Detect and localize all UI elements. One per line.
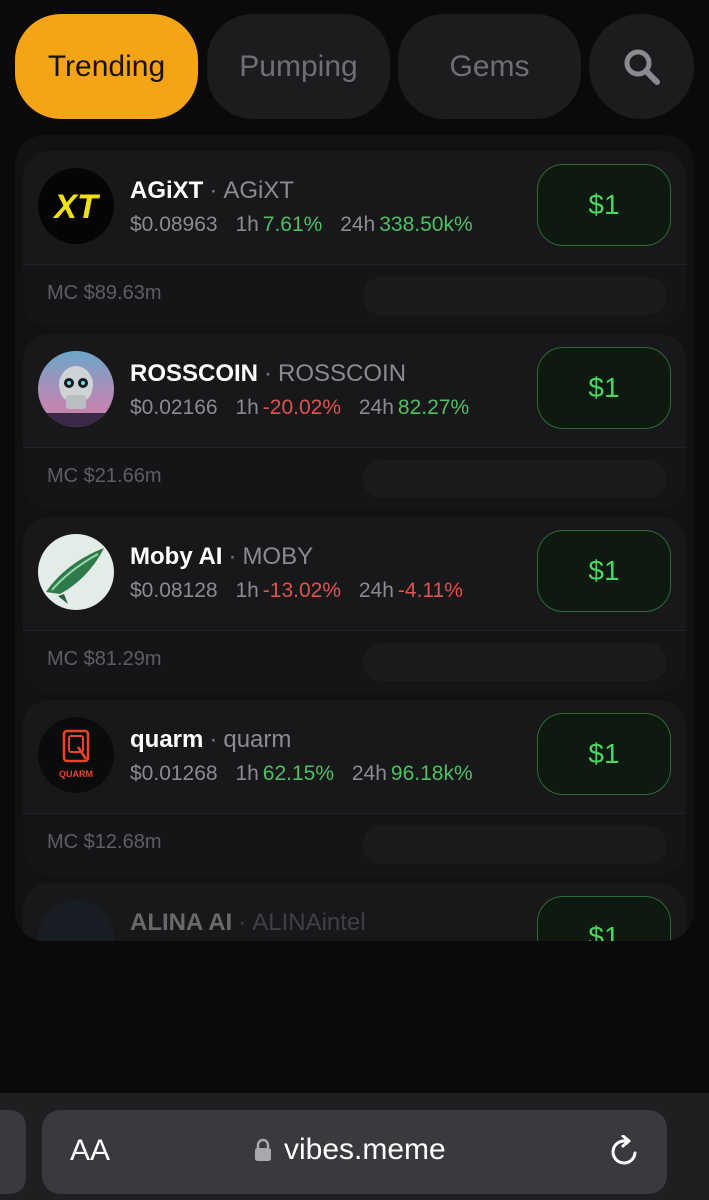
tab-trending[interactable]: Trending xyxy=(15,14,198,119)
buy-button[interactable]: $1 xyxy=(537,164,671,246)
token-name-row: ROSSCOIN · ROSSCOIN xyxy=(130,360,406,388)
text-size-button[interactable]: AA xyxy=(70,1134,110,1168)
buy-button[interactable]: $1 xyxy=(537,530,671,612)
token-ticker: ROSSCOIN xyxy=(278,360,407,387)
token-name: AGiXT xyxy=(130,177,204,204)
market-cap-bar xyxy=(363,643,666,681)
market-cap-bar xyxy=(363,277,666,315)
token-card[interactable]: Moby AI · MOBY $0.08128 1h -13.02% 24h -4.11… xyxy=(23,517,686,692)
token-card-footer: MC $89.63m xyxy=(23,265,686,326)
search-icon xyxy=(624,49,660,85)
token-ticker: AGiXT xyxy=(223,177,295,204)
token-name-row: Moby AI · MOBY xyxy=(130,543,313,571)
change-24h: -4.11% xyxy=(397,579,463,602)
token-avatar xyxy=(38,534,114,610)
market-cap: MC $12.68m xyxy=(47,831,162,853)
token-price: $0.08963 xyxy=(130,213,218,236)
tab-pumping[interactable]: Pumping xyxy=(207,14,390,119)
separator-dot: · xyxy=(209,726,218,753)
change-24h-label: 24h xyxy=(351,762,387,785)
market-cap-bar xyxy=(363,460,666,498)
reload-icon[interactable] xyxy=(608,1135,642,1169)
token-card[interactable]: ALINA AI · ALINAintel $1 xyxy=(23,883,686,941)
change-1h: -13.02% xyxy=(262,579,342,602)
market-cap-bar xyxy=(363,826,666,864)
token-name: ROSSCOIN xyxy=(130,360,259,387)
token-name-row: AGiXT · AGiXT xyxy=(130,177,294,205)
token-ticker: MOBY xyxy=(242,543,314,570)
token-avatar xyxy=(38,351,114,427)
token-logo-text: XT xyxy=(52,188,101,226)
change-1h-label: 1h xyxy=(235,213,259,236)
change-24h: 338.50k% xyxy=(379,213,473,236)
change-24h: 82.27% xyxy=(397,396,470,419)
token-avatar: QUARM xyxy=(38,717,114,793)
change-1h: 7.61% xyxy=(262,213,323,236)
tab-bar: Trending Pumping Gems xyxy=(15,14,694,119)
token-list[interactable]: XT AGiXT · AGiXT $0.08963 1h 7.61% 24h 338.5… xyxy=(15,135,694,941)
page: Trending Pumping Gems XT AGiXT · AGiXT $… xyxy=(0,0,709,1200)
address-bar[interactable]: AA vibes.meme xyxy=(42,1110,667,1194)
token-stats: $0.02166 1h -20.02% 24h 82.27% xyxy=(130,396,481,420)
token-name: quarm xyxy=(130,726,204,753)
url-text: vibes.meme xyxy=(284,1133,446,1166)
change-1h-label: 1h xyxy=(235,579,259,602)
separator-dot: · xyxy=(209,177,218,204)
token-ticker: quarm xyxy=(223,726,292,753)
token-price: $0.08128 xyxy=(130,579,218,602)
change-1h-label: 1h xyxy=(235,762,259,785)
change-1h-label: 1h xyxy=(235,396,259,419)
token-logo-text: QUARM xyxy=(59,769,93,779)
separator-dot: · xyxy=(228,543,237,570)
token-stats: $0.01268 1h 62.15% 24h 96.18k% xyxy=(130,762,485,786)
change-24h-label: 24h xyxy=(340,213,376,236)
token-avatar: XT xyxy=(38,168,114,244)
change-24h-label: 24h xyxy=(358,579,394,602)
lock-icon xyxy=(255,1138,271,1161)
market-cap: MC $21.66m xyxy=(47,465,162,487)
token-card-footer: MC $81.29m xyxy=(23,631,686,692)
token-price: $0.02166 xyxy=(130,396,218,419)
token-card[interactable]: XT AGiXT · AGiXT $0.08963 1h 7.61% 24h 338.5… xyxy=(23,151,686,326)
token-name-row: ALINA AI · ALINAintel xyxy=(130,909,366,937)
tab-gems[interactable]: Gems xyxy=(398,14,581,119)
buy-button[interactable]: $1 xyxy=(537,347,671,429)
search-button[interactable] xyxy=(589,14,694,119)
buy-button[interactable]: $1 xyxy=(537,713,671,795)
token-card[interactable]: QUARM quarm · quarm $0.01268 1h 62.15% 24h 9… xyxy=(23,700,686,875)
token-card-main: QUARM quarm · quarm $0.01268 1h 62.15% 24h 9… xyxy=(23,700,686,813)
token-card-main: ROSSCOIN · ROSSCOIN $0.02166 1h -20.02% 24h… xyxy=(23,334,686,447)
token-name-row: quarm · quarm xyxy=(130,726,291,754)
token-card-footer: MC $12.68m xyxy=(23,814,686,875)
token-price: $0.01268 xyxy=(130,762,218,785)
previous-tab-edge[interactable] xyxy=(0,1110,26,1194)
url-display[interactable]: vibes.meme xyxy=(254,1133,446,1167)
buy-button[interactable]: $1 xyxy=(537,896,671,941)
change-24h: 96.18k% xyxy=(390,762,473,785)
token-card-main: Moby AI · MOBY $0.08128 1h -13.02% 24h -4.11… xyxy=(23,517,686,630)
token-ticker: ALINAintel xyxy=(252,909,366,936)
token-name: ALINA AI xyxy=(130,909,233,936)
token-card-main: XT AGiXT · AGiXT $0.08963 1h 7.61% 24h 338.5… xyxy=(23,151,686,264)
token-name: Moby AI xyxy=(130,543,223,570)
change-1h: -20.02% xyxy=(262,396,342,419)
market-cap: MC $81.29m xyxy=(47,648,162,670)
token-stats: $0.08963 1h 7.61% 24h 338.50k% xyxy=(130,213,485,237)
token-stats: $0.08128 1h -13.02% 24h -4.11% xyxy=(130,579,475,603)
market-cap: MC $89.63m xyxy=(47,282,162,304)
token-card-footer: MC $21.66m xyxy=(23,448,686,509)
token-avatar xyxy=(38,900,114,941)
separator-dot: · xyxy=(238,909,247,936)
separator-dot: · xyxy=(264,360,273,387)
change-24h-label: 24h xyxy=(358,396,394,419)
token-card[interactable]: ROSSCOIN · ROSSCOIN $0.02166 1h -20.02% 24h… xyxy=(23,334,686,509)
change-1h: 62.15% xyxy=(262,762,335,785)
